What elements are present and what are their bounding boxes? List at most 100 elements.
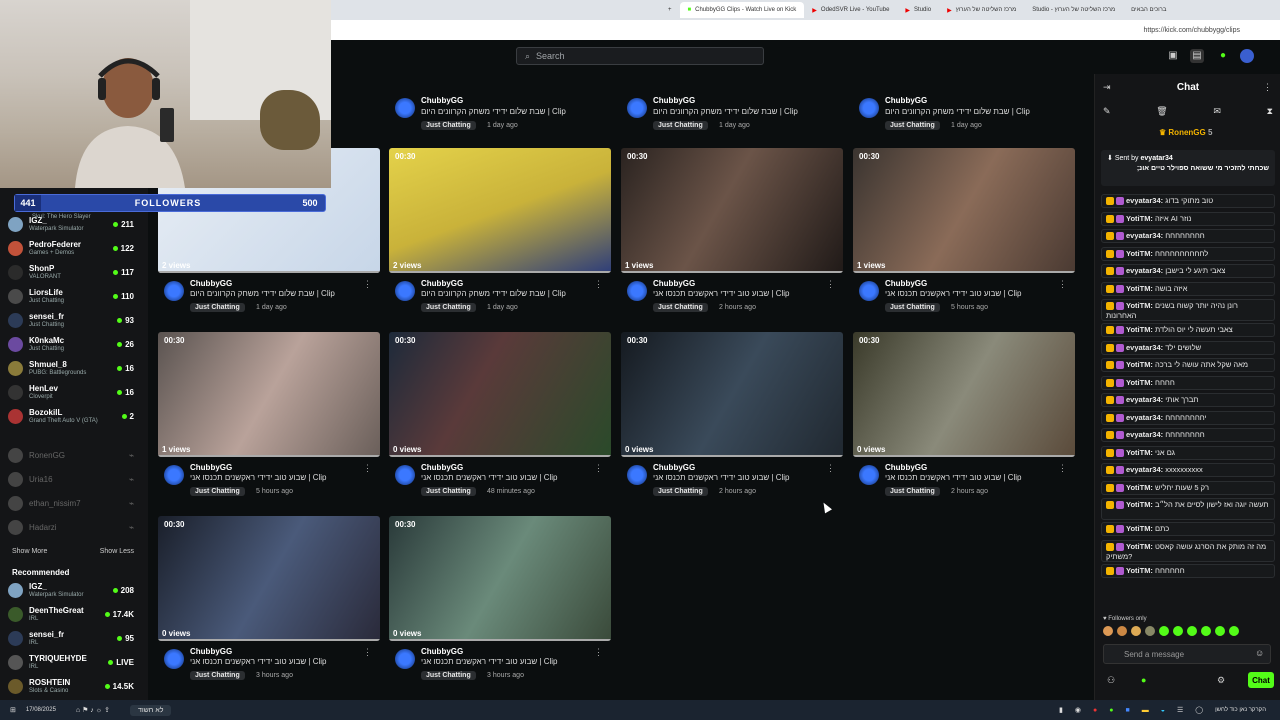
- browser-tab-kick[interactable]: ■ ChubbyGG Clips - Watch Live on Kick: [679, 2, 805, 18]
- chat-message[interactable]: evyatar34: xxxxxxxxxx: [1101, 463, 1275, 477]
- chat-username[interactable]: YotiTM:: [1126, 500, 1153, 509]
- clip-card[interactable]: 00:30 1 views ChubbyGG שבוע טוב ידידי ראקשנ…: [158, 332, 380, 509]
- gift-icon[interactable]: ▣: [1166, 49, 1180, 63]
- clip-title[interactable]: שבוע טוב ידידי ראקשנים תכנסו אני | Clip: [885, 473, 1065, 482]
- kick-icon[interactable]: ●: [1216, 49, 1230, 63]
- clip-thumbnail[interactable]: 00:30 0 views: [389, 332, 611, 457]
- channel-avatar[interactable]: [164, 465, 184, 485]
- trash-icon[interactable]: 🗑: [1156, 106, 1167, 117]
- channel-avatar[interactable]: [395, 465, 415, 485]
- pin-icon[interactable]: ✎: [1103, 106, 1111, 117]
- channel-name[interactable]: ChubbyGG: [190, 279, 232, 288]
- chat-message[interactable]: YotiTM: גם אני: [1101, 445, 1275, 460]
- sidebar-followed-channel[interactable]: LiorsLife Just Chatting 110: [8, 285, 134, 307]
- browser-tab-studio-2[interactable]: Studio - מרכז השליטה של הערוץ: [1024, 2, 1123, 18]
- app-icon[interactable]: ◉: [1075, 706, 1081, 714]
- more-options-icon[interactable]: ⋮: [594, 647, 603, 658]
- clip-title[interactable]: שבוע טוב ידידי ראקשנים תכנסו אני | Clip: [190, 657, 370, 666]
- channel-name[interactable]: ChubbyGG: [421, 463, 463, 472]
- clip-card[interactable]: 00:30 0 views ChubbyGG שבוע טוב ידידי ראקשנ…: [853, 332, 1075, 509]
- category-tag[interactable]: Just Chatting: [190, 671, 245, 680]
- clip-thumbnail[interactable]: 00:30 1 views: [158, 332, 380, 457]
- channel-avatar[interactable]: [627, 465, 647, 485]
- more-options-icon[interactable]: ⋮: [826, 279, 835, 290]
- collapse-chat-icon[interactable]: ⇥: [1103, 82, 1111, 93]
- chat-message[interactable]: evyatar34: טוב מתוקי בדוג: [1101, 194, 1275, 208]
- app-icon[interactable]: ▮: [1059, 706, 1063, 714]
- sidebar-offline-channel[interactable]: RonenGG ⌁: [8, 444, 134, 466]
- chat-message[interactable]: evyatar34: שלושים ילד: [1101, 340, 1275, 355]
- channel-name[interactable]: ChubbyGG: [653, 279, 695, 288]
- chat-username[interactable]: evyatar34:: [1126, 196, 1163, 205]
- emote-icon[interactable]: [1215, 626, 1225, 636]
- message-icon[interactable]: ✉: [1213, 106, 1221, 117]
- clip-card[interactable]: 00:30 2 views ChubbyGGשבת שלום ידידי משחק …: [389, 148, 611, 325]
- sidebar-followed-channel[interactable]: sensei_fr Just Chatting 93: [8, 309, 134, 331]
- more-options-icon[interactable]: ⋮: [363, 463, 372, 474]
- emote-icon[interactable]: [1159, 626, 1169, 636]
- sidebar-offline-channel[interactable]: Uria16 ⌁: [8, 468, 134, 490]
- category-tag[interactable]: Just Chatting: [190, 303, 245, 312]
- channel-avatar[interactable]: [859, 465, 879, 485]
- app-icon[interactable]: ☰: [1177, 706, 1183, 714]
- more-options-icon[interactable]: ⋮: [363, 647, 372, 658]
- chat-username[interactable]: YotiTM:: [1126, 360, 1153, 369]
- chat-message[interactable]: evyatar34: חחחחחחחח: [1101, 428, 1275, 442]
- clip-card-partial[interactable]: ChubbyGG שבת שלום ידידי משחק הקרוונים הי…: [621, 94, 843, 146]
- send-chat-button[interactable]: Chat: [1248, 672, 1274, 688]
- emote-icon[interactable]: [1145, 626, 1155, 636]
- category-tag[interactable]: Just Chatting: [885, 487, 940, 496]
- chat-username[interactable]: evyatar34:: [1126, 231, 1163, 240]
- channel-name[interactable]: ChubbyGG: [190, 463, 232, 472]
- chat-message[interactable]: YotiTM: חחחחחח: [1101, 563, 1275, 578]
- channel-name[interactable]: ChubbyGG: [885, 463, 927, 472]
- chat-message[interactable]: YotiTM: כתם: [1101, 522, 1275, 536]
- chat-username[interactable]: YotiTM:: [1126, 448, 1153, 457]
- chat-message[interactable]: YotiTM: צאבי תעשה לי יוס הולדת: [1101, 323, 1275, 337]
- chat-username[interactable]: evyatar34:: [1126, 430, 1163, 439]
- sidebar-recommended-channel[interactable]: sensei_fr IRL 95: [8, 627, 134, 649]
- more-options-icon[interactable]: ⋮: [363, 279, 372, 290]
- sidebar-followed-channel[interactable]: K0nkaMc Just Chatting 26: [8, 333, 134, 355]
- clip-title[interactable]: שבוע טוב ידידי ראקשנים תכנסו אני | Clip: [653, 473, 833, 482]
- more-options-icon[interactable]: ⋮: [594, 463, 603, 474]
- clip-thumbnail[interactable]: 00:30 0 views: [853, 332, 1075, 457]
- app-icon[interactable]: ●: [1093, 707, 1097, 714]
- chat-username[interactable]: YotiTM:: [1126, 301, 1153, 310]
- show-less-button[interactable]: Show Less: [100, 548, 134, 555]
- pinned-message[interactable]: ⬇ Sent by evyatar34 שכחתי להזכיר מי ששוא…: [1101, 150, 1275, 186]
- chat-username[interactable]: YotiTM:: [1126, 249, 1153, 258]
- sidebar-followed-channel[interactable]: ShonP VALORANT 117: [8, 261, 134, 283]
- emote-icon[interactable]: [1173, 626, 1183, 636]
- show-more-button[interactable]: Show More: [12, 548, 47, 555]
- chat-message[interactable]: YotiTM: איזה בושה: [1101, 281, 1275, 296]
- chat-username[interactable]: YotiTM:: [1126, 378, 1153, 387]
- clip-card[interactable]: 00:30 1 views ChubbyGG שבוע טוב ידידי ראקשנ…: [621, 148, 843, 325]
- clip-title[interactable]: שבוע טוב ידידי ראקשנים תכנסו אני | Clip: [885, 289, 1065, 298]
- clip-thumbnail[interactable]: 00:30 1 views: [621, 148, 843, 273]
- taskbar-search[interactable]: לא חשוד: [129, 704, 172, 716]
- timer-icon[interactable]: ⧗: [1267, 106, 1273, 117]
- clip-card[interactable]: 00:30 0 views ChubbyGG שבוע טוב ידידי ראקשנ…: [621, 332, 843, 509]
- folder-icon[interactable]: ▬: [1142, 707, 1149, 714]
- clip-card-partial[interactable]: ChubbyGG שבת שלום ידידי משחק הקרוונים הי…: [389, 94, 611, 146]
- chat-username[interactable]: evyatar34:: [1126, 413, 1163, 422]
- chat-username[interactable]: YotiTM:: [1126, 284, 1153, 293]
- edge-icon[interactable]: ◒: [1161, 707, 1165, 714]
- category-tag[interactable]: Just Chatting: [190, 487, 245, 496]
- clip-thumbnail[interactable]: 00:30 0 views: [158, 516, 380, 641]
- clip-title[interactable]: שבוע טוב ידידי ראקשנים תכנסו אני | Clip: [190, 473, 370, 482]
- channel-avatar[interactable]: [164, 649, 184, 669]
- clip-card[interactable]: 00:30 0 views ChubbyGG שבוע טוב ידידי ראקשנ…: [389, 516, 611, 693]
- sidebar-recommended-channel[interactable]: DeenTheGreat IRL 17.4K: [8, 603, 134, 625]
- channel-name[interactable]: ChubbyGG: [190, 647, 232, 656]
- clip-card-partial[interactable]: ChubbyGG שבת שלום ידידי משחק הקרוונים הי…: [853, 94, 1075, 146]
- search-input[interactable]: ⌕ Search: [516, 47, 764, 65]
- more-options-icon[interactable]: ⋮: [1058, 463, 1067, 474]
- chat-message[interactable]: YotiTM: מה זה מותק את הסרנג עושה קאסט מש…: [1101, 539, 1275, 562]
- notifications-icon[interactable]: ▤: [1190, 49, 1204, 63]
- sidebar-recommended-channel[interactable]: ROSHTEIN Slots & Casino 14.5K: [8, 675, 134, 697]
- chat-message[interactable]: evyatar34: תברך אותי: [1101, 393, 1275, 407]
- channel-name[interactable]: ChubbyGG: [421, 279, 463, 288]
- sidebar-followed-channel[interactable]: BozokilL Grand Theft Auto V (GTA) 2: [8, 405, 134, 427]
